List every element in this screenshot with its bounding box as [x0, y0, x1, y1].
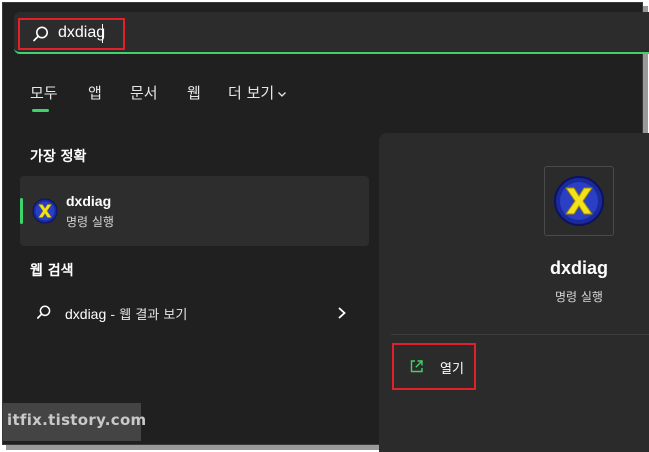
chevron-right-icon[interactable] [336, 306, 348, 320]
best-match-subtitle: 명령 실행 [66, 215, 114, 229]
detail-app-name: dxdiag [549, 258, 608, 278]
search-highlight-box [18, 18, 125, 50]
best-match-name: dxdiag [66, 193, 112, 209]
tab-documents[interactable]: 문서 [130, 82, 158, 103]
search-icon [36, 305, 51, 319]
app-icon-box [544, 166, 614, 236]
best-match-result[interactable]: dxdiag 명령 실행 [20, 176, 369, 246]
directx-icon [32, 198, 58, 224]
web-search-heading: 웹 검색 [30, 263, 74, 279]
web-search-result[interactable]: dxdiag - 웹 결과 보기 [20, 296, 369, 330]
watermark: itfix.tistory.com [7, 411, 147, 429]
open-highlight-box [392, 343, 476, 390]
detail-divider [391, 334, 649, 335]
tab-apps[interactable]: 앱 [88, 82, 102, 103]
active-tab-indicator [32, 109, 49, 112]
tab-web[interactable]: 웹 [187, 82, 201, 103]
detail-app-subtitle: 명령 실행 [555, 290, 603, 304]
web-search-query: dxdiag [65, 306, 107, 322]
web-search-suffix: - 웹 결과 보기 [106, 308, 188, 323]
tab-more-label: 더 보기 [228, 84, 275, 102]
result-detail-panel: dxdiag 명령 실행 [379, 133, 649, 452]
tab-all[interactable]: 모두 [30, 82, 58, 103]
selection-indicator [20, 198, 23, 224]
web-search-text: dxdiag - 웹 결과 보기 [65, 304, 187, 323]
directx-icon [554, 176, 604, 226]
best-match-heading: 가장 정확 [30, 149, 87, 165]
tab-more[interactable]: 더 보기 [228, 82, 287, 103]
chevron-down-icon [278, 91, 287, 97]
